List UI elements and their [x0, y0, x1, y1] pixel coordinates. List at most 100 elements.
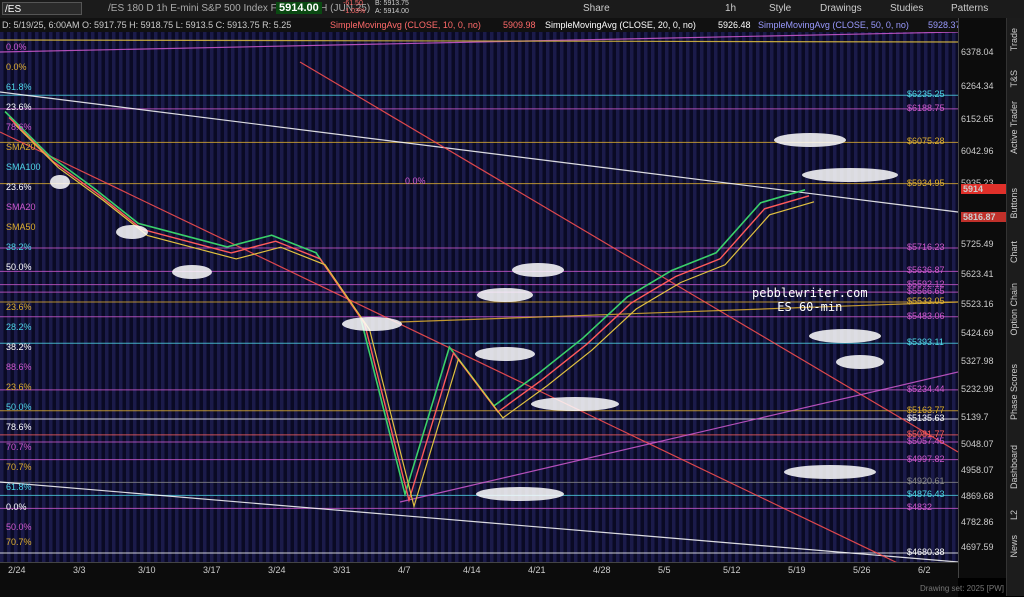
date-tick-label: 2/24 — [8, 565, 26, 575]
ohlc-readout: D: 5/19/25, 6:00AM O: 5917.75 H: 5918.75… — [2, 20, 292, 30]
level-label: $4876.43 — [907, 489, 945, 500]
chart-area[interactable]: $6235.25 $6188.75 $6075.28 $5934.95 $5716.23… — [0, 31, 959, 593]
bid-ask: B: 5913.75 A: 5914.00 — [375, 0, 409, 15]
side-tab-phase-scores[interactable]: Phase Scores — [1009, 364, 1019, 420]
fib-label: 0.0% — [6, 42, 27, 52]
price-tick-label: 4869.68 — [961, 491, 994, 502]
side-tab-chart[interactable]: Chart — [1009, 241, 1019, 263]
date-tick-label: 5/12 — [723, 565, 741, 575]
side-tab-option-chain[interactable]: Option Chain — [1009, 283, 1019, 336]
date-tick-label: 5/26 — [853, 565, 871, 575]
level-label: $5533.05 — [907, 295, 945, 306]
fib-label: SMA50 — [6, 222, 36, 232]
studies-button[interactable]: Studies — [890, 3, 923, 14]
fib-label: 78.6% — [6, 422, 32, 432]
price-tick-label: 5523.16 — [961, 298, 994, 309]
study-legend: D: 5/19/25, 6:00AM O: 5917.75 H: 5918.75… — [0, 18, 961, 32]
highlight-ellipse — [802, 168, 898, 182]
fib-label: 23.6% — [6, 382, 32, 392]
price-tick-label: 5725.49 — [961, 239, 994, 250]
style-button[interactable]: Style — [769, 3, 791, 14]
price-axis[interactable]: 6378.04 6264.34 6152.65 6042.96 5935.23 5725.… — [958, 18, 1007, 578]
side-tab-active-trader[interactable]: Active Trader — [1009, 101, 1019, 154]
side-tab-buttons[interactable]: Buttons — [1009, 188, 1019, 219]
price-tick-label: 6378.04 — [961, 47, 994, 58]
time-axis[interactable]: 2/24 3/3 3/10 3/17 3/24 3/31 4/7 4/14 4/21 4/28 5/… — [0, 562, 958, 597]
drawing-set-label: Drawing set: 2025 [PW] — [919, 584, 1004, 593]
fib-label: 70.7% — [6, 537, 32, 547]
symbol-description: /ES 180 D 1h E-mini S&P 500 Index Future… — [108, 3, 371, 14]
highlight-ellipse — [50, 175, 70, 189]
highlight-ellipse — [531, 397, 619, 411]
price-tick-label: 4782.86 — [961, 516, 994, 527]
highlight-ellipse — [836, 355, 884, 369]
highlight-ellipse — [512, 263, 564, 277]
price-tag: 5914 — [961, 183, 1007, 194]
price-tick-label: 6152.65 — [961, 113, 994, 124]
level-label: $5566.65 — [907, 286, 945, 297]
share-button[interactable]: Share — [583, 3, 610, 14]
timeframe-button[interactable]: 1h — [725, 3, 736, 14]
highlight-ellipse — [172, 265, 212, 279]
fib-label: 70.7% — [6, 442, 32, 452]
price-tag: 5816.87 — [961, 212, 1007, 223]
side-tab-l2[interactable]: L2 — [1009, 510, 1019, 520]
date-tick-label: 3/10 — [138, 565, 156, 575]
highlight-ellipse — [475, 347, 535, 361]
fib-label: 28.2% — [6, 322, 32, 332]
level-label: $5135.63 — [907, 413, 945, 423]
highlight-ellipse — [809, 329, 881, 343]
patterns-button[interactable]: Patterns — [951, 3, 988, 14]
highlight-ellipse — [774, 133, 846, 147]
price-tick-label: 5139.7 — [961, 411, 989, 422]
fib-label: SMA20 — [6, 142, 36, 152]
level-label: $6235.25 — [907, 89, 945, 100]
sma20-legend[interactable]: SimpleMovingAvg (CLOSE, 20, 0, no) — [545, 20, 696, 30]
price-tick-label: 5424.69 — [961, 327, 994, 338]
drawings-button[interactable]: Drawings — [820, 3, 862, 14]
price-tick-label: 5623.41 — [961, 269, 994, 280]
level-label: $5636.87 — [907, 265, 945, 276]
date-tick-label: 3/17 — [203, 565, 221, 575]
toolbar: /ES /ES 180 D 1h E-mini S&P 500 Index Fu… — [0, 0, 1024, 19]
date-tick-label: 3/31 — [333, 565, 351, 575]
fib-label: 50.0% — [6, 262, 32, 272]
level-label: $4920.61 — [907, 476, 945, 487]
level-label: $5716.23 — [907, 242, 945, 253]
side-tab-t-s[interactable]: T&S — [1009, 70, 1019, 88]
fib-label: 38.2% — [6, 242, 32, 252]
level-label: $6075.28 — [907, 136, 945, 147]
price-tick-label: 4958.07 — [961, 465, 994, 476]
highlight-ellipse — [476, 487, 564, 501]
price-tick-label: 5232.99 — [961, 384, 994, 395]
level-label: $5057.45 — [907, 436, 945, 447]
highlight-ellipse — [784, 465, 876, 479]
sma50-value: 5928.37 — [928, 20, 961, 30]
watermark: pebblewriter.com ES 60-min — [752, 286, 868, 314]
fib-label: SMA100 — [6, 162, 41, 172]
symbol-input[interactable]: /ES — [2, 2, 82, 15]
date-tick-label: 6/2 — [918, 565, 931, 575]
fib-label: 61.8% — [6, 482, 32, 492]
date-tick-label: 4/7 — [398, 565, 411, 575]
side-tab-news[interactable]: News — [1009, 535, 1019, 558]
price-tick-label: 5327.98 — [961, 356, 994, 367]
fib-label: 23.6% — [6, 182, 32, 192]
fib-label: 78.6% — [6, 122, 32, 132]
sma10-value: 5909.98 — [503, 20, 536, 30]
date-tick-label: 5/19 — [788, 565, 806, 575]
sma50-legend[interactable]: SimpleMovingAvg (CLOSE, 50, 0, no) — [758, 20, 909, 30]
fib-label: SMA20 — [6, 202, 36, 212]
side-tab-trade[interactable]: Trade — [1009, 28, 1019, 51]
fib-label: 88.6% — [6, 362, 32, 372]
level-label: $5393.11 — [907, 337, 944, 348]
fib-label: 23.6% — [6, 302, 32, 312]
price-change: -61.50 -1.03% — [343, 0, 366, 15]
fib-label: 50.0% — [6, 402, 32, 412]
date-tick-label: 4/14 — [463, 565, 481, 575]
level-label: $5934.95 — [907, 177, 945, 188]
sma10-legend[interactable]: SimpleMovingAvg (CLOSE, 10, 0, no) — [330, 20, 481, 30]
level-label: $4832 — [907, 502, 933, 513]
fib-label: 0.0% — [405, 176, 426, 186]
side-tab-dashboard[interactable]: Dashboard — [1009, 445, 1019, 489]
